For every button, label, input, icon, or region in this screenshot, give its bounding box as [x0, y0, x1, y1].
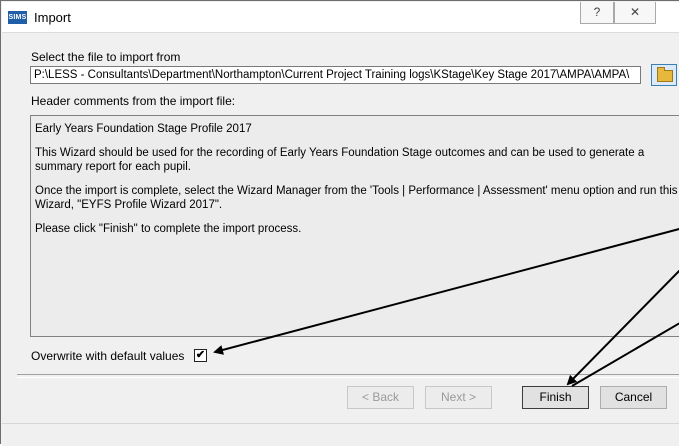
file-select-label: Select the file to import from — [31, 50, 181, 64]
title-bar[interactable]: SIMS Import ? ✕ — [2, 2, 679, 33]
next-button[interactable]: Next > — [425, 386, 492, 409]
close-button[interactable]: ✕ — [614, 2, 656, 24]
button-separator — [17, 374, 679, 378]
cancel-button[interactable]: Cancel — [600, 386, 667, 409]
window-title: Import — [34, 10, 71, 25]
comment-paragraph: Early Years Foundation Stage Profile 201… — [35, 123, 252, 135]
comment-paragraph: Please click "Finish" to complete the im… — [35, 223, 302, 235]
header-comments-label: Header comments from the import file: — [31, 94, 236, 108]
comment-paragraph: This Wizard should be used for the recor… — [35, 147, 645, 173]
folder-icon — [657, 67, 673, 82]
help-icon: ? — [593, 5, 601, 19]
comment-paragraph: Once the import is complete, select the … — [35, 185, 678, 211]
header-comments-box[interactable]: Early Years Foundation Stage Profile 201… — [30, 115, 679, 337]
import-file-path-input[interactable] — [30, 66, 641, 84]
import-dialog: SIMS Import ? ✕ Select the file to impor… — [0, 0, 679, 446]
overwrite-defaults-label: Overwrite with default values — [31, 349, 185, 363]
finish-button[interactable]: Finish — [522, 386, 589, 409]
back-button[interactable]: < Back — [347, 386, 414, 409]
sims-app-icon: SIMS — [8, 11, 27, 24]
check-icon: ✔ — [195, 349, 206, 361]
overwrite-defaults-checkbox[interactable]: ✔ — [194, 349, 207, 362]
browse-button[interactable] — [651, 64, 677, 86]
close-icon: ✕ — [629, 5, 641, 19]
status-bar — [2, 423, 679, 446]
help-button[interactable]: ? — [580, 2, 614, 24]
